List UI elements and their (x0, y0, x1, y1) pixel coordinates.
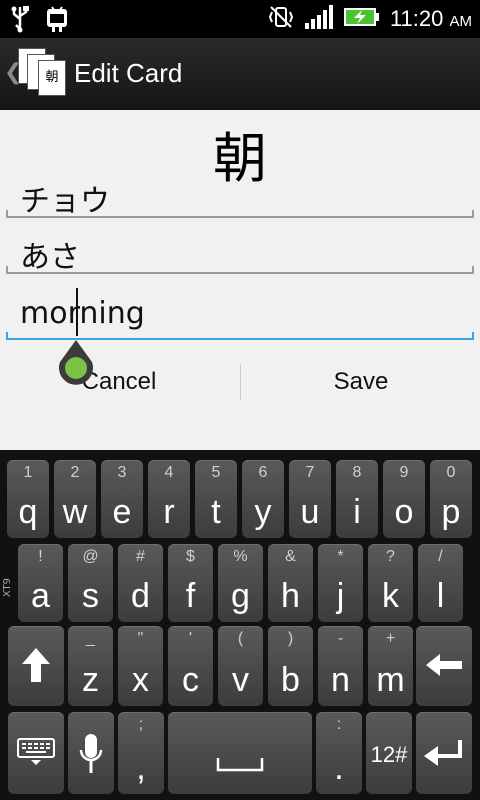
shift-key[interactable] (8, 626, 64, 706)
kunyomi-field[interactable]: あさ (6, 226, 474, 275)
key-v[interactable]: (v (218, 626, 263, 706)
xt9-label: XT9 (2, 578, 13, 598)
vibrate-icon (268, 4, 294, 34)
enter-key[interactable] (416, 712, 472, 794)
key-g[interactable]: % g (218, 544, 263, 622)
key-l[interactable]: / l (418, 544, 463, 622)
key-p[interactable]: 0p (430, 460, 472, 538)
text-cursor (76, 288, 78, 336)
app-icon[interactable]: 朝 (18, 48, 70, 102)
signal-icon (304, 5, 334, 33)
key-w[interactable]: 2w (54, 460, 96, 538)
kunyomi-text: あさ (20, 240, 80, 275)
status-bar: 11:20 AM (0, 0, 480, 38)
key-j[interactable]: * j (318, 544, 363, 622)
action-bar: ❮ 朝 Edit Card (0, 38, 480, 112)
key-y[interactable]: 6y (242, 460, 284, 538)
usb-icon (10, 5, 30, 37)
key-d[interactable]: # d (118, 544, 163, 622)
key-m[interactable]: + m (368, 626, 413, 706)
clock: 11:20 AM (389, 6, 472, 31)
soft-keyboard: XT9 ; , : . 12# 1 q 2 w 3 e 4 r 5 t 6 y 7 u 8 i 9 o 0 p ! a @ s… (0, 450, 480, 800)
key-h[interactable]: & h (268, 544, 313, 622)
key-t[interactable]: 5t (195, 460, 237, 538)
space-key[interactable] (168, 712, 312, 794)
keyboard-settings-key[interactable] (8, 712, 64, 794)
microphone-key[interactable] (68, 712, 114, 794)
cursor-handle-icon[interactable] (58, 340, 94, 386)
period-key[interactable]: : . (316, 712, 362, 794)
edit-card-form: 朝 チョウ あさ morning Cancel Save (0, 110, 480, 450)
comma-key[interactable]: ; , (118, 712, 164, 794)
key-o[interactable]: 9o (383, 460, 425, 538)
screen-title: Edit Card (74, 58, 183, 88)
cancel-button[interactable]: Cancel (0, 356, 238, 408)
key-a[interactable]: ! a (18, 544, 63, 622)
onyomi-text: チョウ (20, 184, 110, 219)
meaning-text: morning (20, 296, 145, 331)
onyomi-field[interactable]: チョウ (6, 170, 474, 219)
key-f[interactable]: $ f (168, 544, 213, 622)
key-q[interactable]: 1q (7, 460, 49, 538)
button-divider (240, 364, 241, 400)
key-e[interactable]: 3e (101, 460, 143, 538)
key-i[interactable]: 8i (336, 460, 378, 538)
key-r[interactable]: 4r (148, 460, 190, 538)
key-u[interactable]: 7u (289, 460, 331, 538)
android-debug-icon (44, 5, 70, 37)
backspace-key[interactable] (416, 626, 472, 706)
save-button[interactable]: Save (242, 356, 480, 408)
numbers-symbols-key[interactable]: 12# (366, 712, 412, 794)
key-x[interactable]: " x (118, 626, 163, 706)
key-s[interactable]: @ s (68, 544, 113, 622)
key-b[interactable]: ) b (268, 626, 313, 706)
key-c[interactable]: ' c (168, 626, 213, 706)
key-n[interactable]: -n (318, 626, 363, 706)
key-k[interactable]: ? k (368, 544, 413, 622)
battery-charging-icon (343, 7, 380, 31)
key-z[interactable]: _ z (68, 626, 113, 706)
card-front-icon: 朝 (38, 60, 66, 96)
